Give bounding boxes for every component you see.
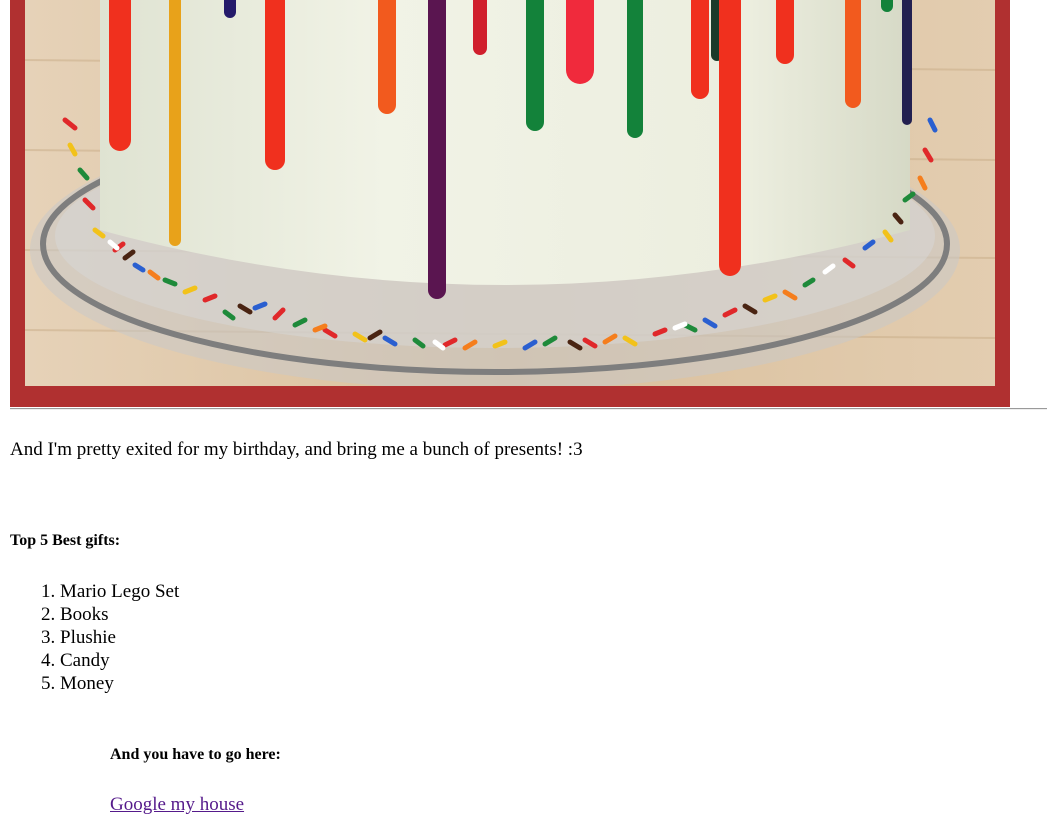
horizontal-divider [10, 408, 1047, 410]
gifts-heading: Top 5 Best gifts: [10, 532, 121, 549]
gift-list-item: Candy [60, 649, 179, 672]
gift-list-item: Books [60, 603, 179, 626]
gift-list: Mario Lego Set Books Plushie Candy Money [10, 580, 179, 695]
gift-list-item: Plushie [60, 626, 179, 649]
google-my-house-link[interactable]: Google my house [110, 793, 244, 817]
gift-list-item: Money [60, 672, 179, 695]
gift-list-item: Mario Lego Set [60, 580, 179, 603]
birthday-cake-image [25, 0, 995, 386]
page: And I'm pretty exited for my birthday, a… [0, 0, 1047, 830]
directions-heading: And you have to go here: [110, 746, 281, 763]
cake-image-frame [10, 0, 1010, 407]
intro-text: And I'm pretty exited for my birthday, a… [10, 439, 583, 460]
